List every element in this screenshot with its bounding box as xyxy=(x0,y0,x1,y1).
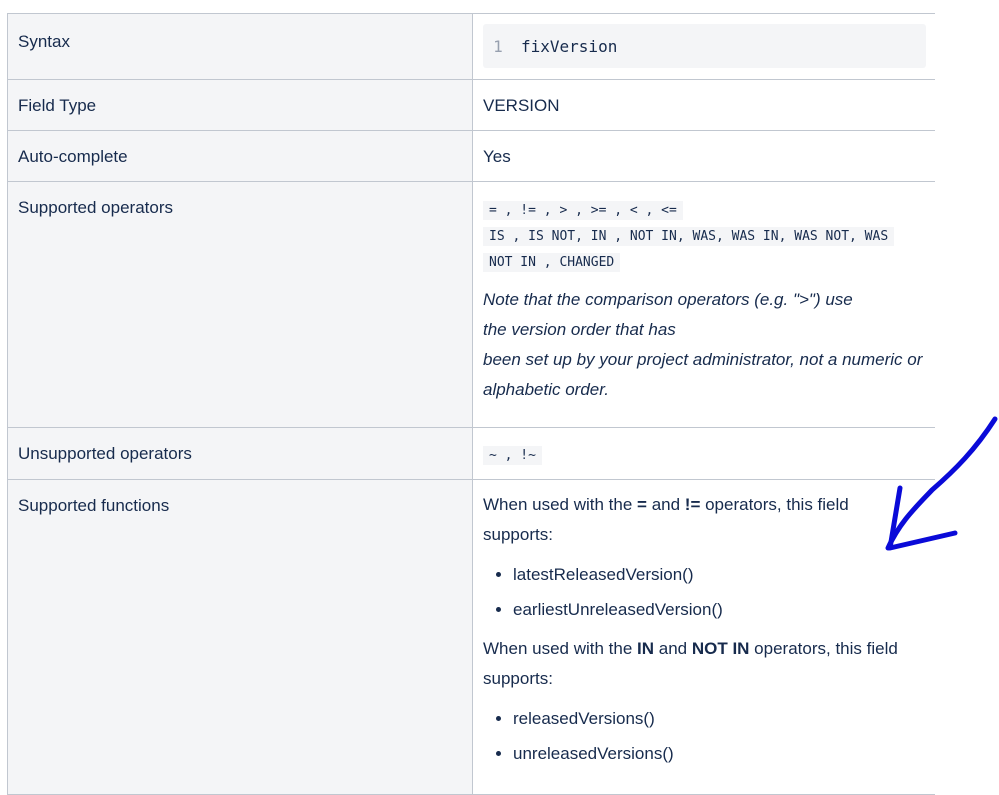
row-value: ~ , !~ xyxy=(472,427,935,480)
operator-code: ~ , !~ xyxy=(483,446,542,465)
row-label: Syntax xyxy=(7,13,473,80)
supported-operators-label: Supported operators xyxy=(18,198,173,217)
table-row-supported-functions: Supported functions When used with the =… xyxy=(7,479,935,795)
operator-bold: != xyxy=(684,495,701,514)
code-block: 1 fixVersion xyxy=(483,24,926,68)
operator-bold: IN xyxy=(637,639,655,658)
text: supports: xyxy=(483,525,553,544)
table-row-auto-complete: Auto-complete Yes xyxy=(7,130,935,182)
note-line: alphabetic order. xyxy=(483,380,610,399)
text: supports: xyxy=(483,669,553,688)
note-line: been set up by your project administrato… xyxy=(483,350,923,369)
text: When used with the xyxy=(483,639,638,658)
syntax-label: Syntax xyxy=(18,32,70,51)
operator-code: IS , IS NOT, IN , NOT IN, WAS, WAS IN, W… xyxy=(483,227,895,246)
row-value: = , != , > , >= , < , <= IS , IS NOT, IN… xyxy=(472,181,935,428)
operator-code: = , != , > , >= , < , <= xyxy=(483,201,683,220)
row-label: Supported functions xyxy=(7,479,473,795)
row-label: Field Type xyxy=(7,79,473,131)
row-value: 1 fixVersion xyxy=(472,13,935,80)
auto-complete-label: Auto-complete xyxy=(18,147,128,166)
function-list: releasedVersions() unreleasedVersions() xyxy=(483,701,925,771)
function-list: latestReleasedVersion() earliestUnreleas… xyxy=(483,557,925,627)
row-label: Unsupported operators xyxy=(7,427,473,480)
note-line: the version order that has xyxy=(483,320,676,339)
text: operators, this field xyxy=(700,495,849,514)
list-item: latestReleasedVersion() xyxy=(513,557,925,592)
line-number: 1 xyxy=(493,36,503,56)
table-row-unsupported-operators: Unsupported operators ~ , !~ xyxy=(7,427,935,480)
supported-functions-label: Supported functions xyxy=(18,496,170,515)
jql-field-table: Syntax 1 fixVersion Field Type VERSION A… xyxy=(7,13,935,795)
table-row-supported-operators: Supported operators = , != , > , >= , < … xyxy=(7,181,935,428)
operator-note: Note that the comparison operators (e.g.… xyxy=(483,285,925,405)
functions-intro-equality: When used with the = and != operators, t… xyxy=(483,480,925,550)
operator-bold: = xyxy=(637,495,647,514)
row-value: When used with the = and != operators, t… xyxy=(472,479,935,795)
list-item: earliestUnreleasedVersion() xyxy=(513,592,925,627)
operator-list: = , != , > , >= , < , <= IS , IS NOT, IN… xyxy=(483,182,925,277)
list-item: unreleasedVersions() xyxy=(513,736,925,771)
text: and xyxy=(654,639,692,658)
list-item: releasedVersions() xyxy=(513,701,925,736)
field-type-label: Field Type xyxy=(18,96,97,115)
unsupported-operators-label: Unsupported operators xyxy=(18,444,192,463)
row-value: Yes xyxy=(472,130,935,182)
operator-bold: NOT IN xyxy=(691,639,750,658)
row-value: VERSION xyxy=(472,79,935,131)
row-label: Auto-complete xyxy=(7,130,473,182)
note-line: Note that the comparison operators (e.g.… xyxy=(483,290,853,309)
field-type-value: VERSION xyxy=(483,96,560,115)
table-row-syntax: Syntax 1 fixVersion xyxy=(7,13,935,80)
text: When used with the xyxy=(483,495,638,514)
auto-complete-value: Yes xyxy=(483,147,511,166)
text: operators, this field xyxy=(749,639,898,658)
text: and xyxy=(646,495,685,514)
functions-intro-membership: When used with the IN and NOT IN operato… xyxy=(483,634,925,694)
table-row-field-type: Field Type VERSION xyxy=(7,79,935,131)
operator-code: NOT IN , CHANGED xyxy=(483,253,621,272)
code-text: fixVersion xyxy=(521,36,618,56)
row-label: Supported operators xyxy=(7,181,473,428)
